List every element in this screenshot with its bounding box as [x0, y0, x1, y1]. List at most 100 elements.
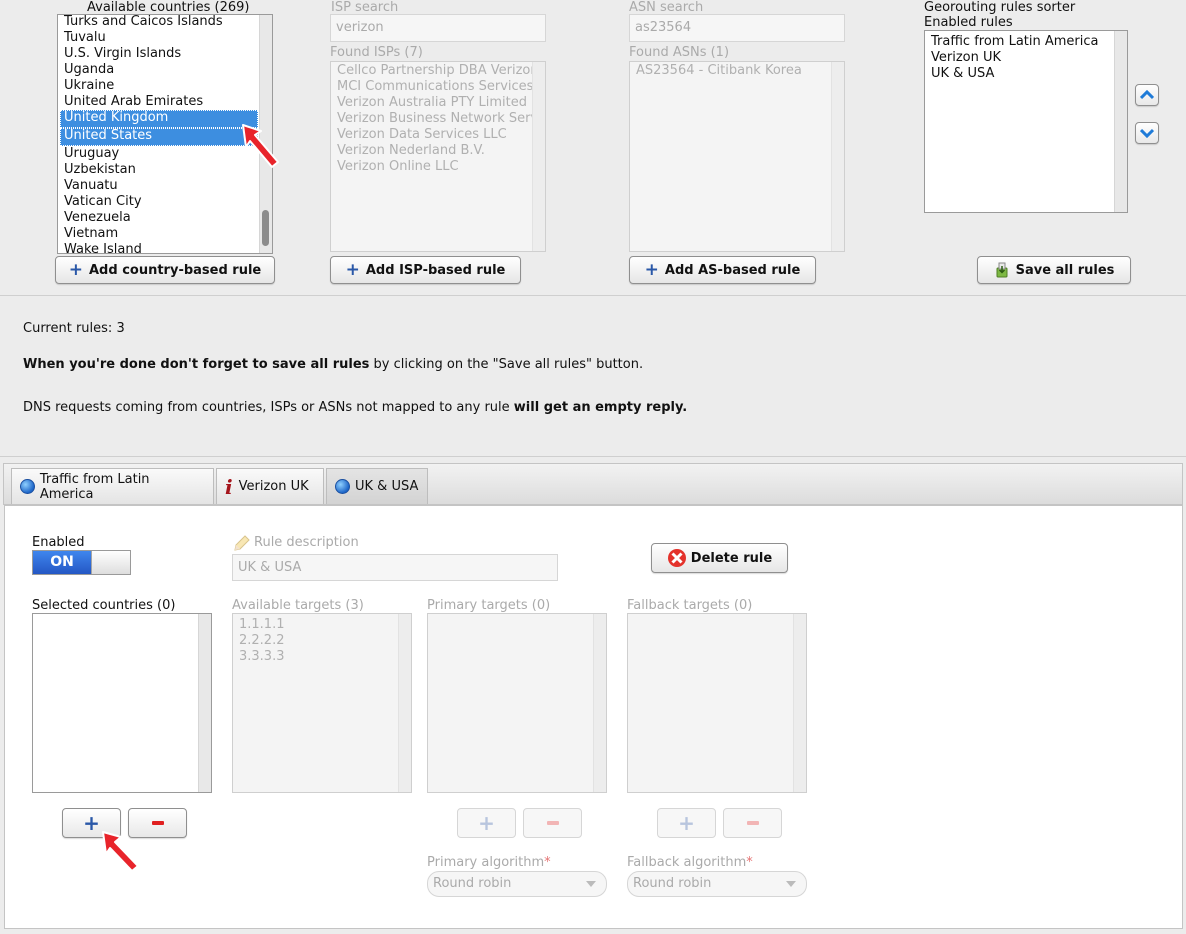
dns-note-plain: DNS requests coming from countries, ISPs… — [23, 400, 514, 415]
isp-search-input[interactable]: verizon — [330, 14, 546, 42]
primary-algorithm-value: Round robin — [433, 876, 512, 891]
primary-targets-label: Primary targets (0) — [427, 598, 551, 613]
rule-description-input[interactable]: UK & USA — [232, 554, 558, 581]
delete-rule-button[interactable]: Delete rule — [651, 543, 788, 573]
add-fallback-target-button[interactable]: + — [657, 808, 716, 838]
country-list-item[interactable]: Uganda — [58, 62, 272, 78]
countries-scroll-thumb[interactable] — [262, 210, 269, 246]
isp-list-item[interactable]: Verizon Australia PTY Limited — [331, 95, 533, 111]
enabled-rules-scrollbar[interactable] — [1114, 31, 1127, 212]
remove-primary-target-button[interactable] — [523, 808, 582, 838]
country-list-item[interactable]: Turks and Caicos Islands — [58, 15, 272, 30]
remove-fallback-target-button[interactable] — [723, 808, 782, 838]
globe-icon — [20, 479, 35, 494]
plus-icon: + — [83, 811, 100, 835]
isp-list-item[interactable]: Verizon Nederland B.V. — [331, 143, 533, 159]
primary-targets-listbox[interactable] — [427, 613, 607, 793]
delete-rule-label: Delete rule — [690, 550, 773, 566]
save-reminder-bold: When you're done don't forget to save al… — [23, 357, 370, 372]
add-primary-target-button[interactable]: + — [457, 808, 516, 838]
country-list-item[interactable]: Vatican City — [58, 194, 272, 210]
country-list-item[interactable]: Wake Island — [58, 242, 272, 253]
fallback-targets-scrollbar[interactable] — [793, 614, 806, 792]
fallback-targets-label: Fallback targets (0) — [627, 598, 753, 613]
enabled-rule-item[interactable]: Traffic from Latin America — [925, 34, 1115, 50]
enabled-rule-item[interactable]: Verizon UK — [925, 50, 1115, 66]
country-list-item[interactable]: Ukraine — [58, 78, 272, 94]
tab-uk-usa[interactable]: UK & USA — [326, 468, 428, 504]
tab-label: UK & USA — [355, 479, 419, 494]
add-isp-rule-label: Add ISP-based rule — [365, 262, 506, 278]
save-reminder-text: When you're done don't forget to save al… — [23, 357, 643, 372]
isp-list-item[interactable]: Cellco Partnership DBA Verizon — [331, 63, 533, 79]
available-target-item[interactable]: 2.2.2.2 — [233, 633, 399, 649]
isp-list-items: Cellco Partnership DBA Verizon MCI Commun… — [331, 63, 533, 175]
enabled-rules-label: Enabled rules — [924, 15, 1013, 30]
enabled-rule-item[interactable]: UK & USA — [925, 66, 1115, 82]
save-icon — [996, 262, 1008, 278]
available-targets-items: 1.1.1.1 2.2.2.2 3.3.3.3 — [233, 617, 399, 665]
required-mark: * — [544, 855, 551, 870]
country-list-item[interactable]: United States — [60, 128, 258, 146]
required-mark: * — [746, 855, 753, 870]
country-list-item[interactable]: Tuvalu — [58, 30, 272, 46]
chevron-up-icon — [1140, 90, 1154, 100]
tab-verizon-uk[interactable]: i Verizon UK — [216, 468, 324, 504]
available-countries-label: Available countries (269) — [87, 0, 250, 15]
asn-search-label: ASN search — [629, 0, 704, 15]
primary-targets-scrollbar[interactable] — [593, 614, 606, 792]
tab-label: Traffic from Latin America — [39, 471, 150, 502]
add-isp-rule-button[interactable]: + Add ISP-based rule — [330, 256, 521, 284]
selected-countries-scrollbar[interactable] — [198, 614, 211, 792]
isp-list-item[interactable]: Verizon Business Network Serv — [331, 111, 533, 127]
asn-search-input[interactable]: as23564 — [629, 14, 845, 42]
primary-algorithm-select[interactable]: Round robin — [427, 871, 607, 897]
enabled-rules-listbox[interactable]: Traffic from Latin America Verizon UK UK &… — [924, 30, 1128, 213]
isp-list-item[interactable]: MCI Communications Services, — [331, 79, 533, 95]
isp-list-item[interactable]: Verizon Data Services LLC — [331, 127, 533, 143]
isp-listbox[interactable]: Cellco Partnership DBA Verizon MCI Commun… — [330, 61, 546, 252]
move-down-button[interactable] — [1135, 122, 1159, 144]
available-target-item[interactable]: 3.3.3.3 — [233, 649, 399, 665]
isp-list-item[interactable]: Verizon Online LLC — [331, 159, 533, 175]
add-country-rule-button[interactable]: + Add country-based rule — [55, 256, 275, 284]
save-all-rules-button[interactable]: Save all rules — [977, 256, 1131, 284]
toggle-knob — [91, 551, 130, 574]
chevron-down-icon — [786, 881, 796, 887]
dns-note-bold: will get an empty reply. — [513, 400, 688, 415]
pointer-arrow-icon — [242, 124, 279, 168]
selected-countries-listbox[interactable] — [32, 613, 212, 793]
fallback-algorithm-label: Fallback algorithm* — [627, 855, 753, 870]
found-isps-label: Found ISPs (7) — [330, 45, 423, 60]
plus-icon: + — [678, 811, 695, 835]
fallback-algorithm-select[interactable]: Round robin — [627, 871, 807, 897]
asn-list-item[interactable]: AS23564 - Citibank Korea — [630, 63, 832, 79]
info-panel — [0, 295, 1186, 457]
country-list-item[interactable]: United Kingdom — [60, 110, 258, 128]
isp-scrollbar[interactable] — [532, 62, 545, 251]
available-targets-listbox[interactable]: 1.1.1.1 2.2.2.2 3.3.3.3 — [232, 613, 412, 793]
country-list-item[interactable]: Vanuatu — [58, 178, 272, 194]
country-list-item[interactable]: Vietnam — [58, 226, 272, 242]
fallback-targets-listbox[interactable] — [627, 613, 807, 793]
country-list-item[interactable]: U.S. Virgin Islands — [58, 46, 272, 62]
enabled-toggle[interactable]: ON — [32, 550, 131, 575]
minus-icon — [746, 821, 759, 825]
asn-listbox[interactable]: AS23564 - Citibank Korea — [629, 61, 845, 252]
plus-icon: + — [68, 260, 83, 280]
info-icon: i — [225, 474, 233, 499]
available-target-item[interactable]: 1.1.1.1 — [233, 617, 399, 633]
save-reminder-rest: by clicking on the "Save all rules" butt… — [369, 357, 644, 372]
fallback-algorithm-text: Fallback algorithm — [627, 855, 747, 870]
pointer-arrow-icon — [102, 831, 139, 872]
asn-scrollbar[interactable] — [831, 62, 844, 251]
country-list-item[interactable]: United Arab Emirates — [58, 94, 272, 110]
primary-algorithm-label: Primary algorithm* — [427, 855, 551, 870]
move-up-button[interactable] — [1135, 84, 1159, 106]
add-asn-rule-button[interactable]: + Add AS-based rule — [629, 256, 816, 284]
tab-traffic-latin-america[interactable]: Traffic from Latin America — [11, 468, 214, 504]
enabled-label: Enabled — [32, 535, 85, 550]
fallback-algorithm-value: Round robin — [633, 876, 712, 891]
country-list-item[interactable]: Venezuela — [58, 210, 272, 226]
available-targets-scrollbar[interactable] — [398, 614, 411, 792]
